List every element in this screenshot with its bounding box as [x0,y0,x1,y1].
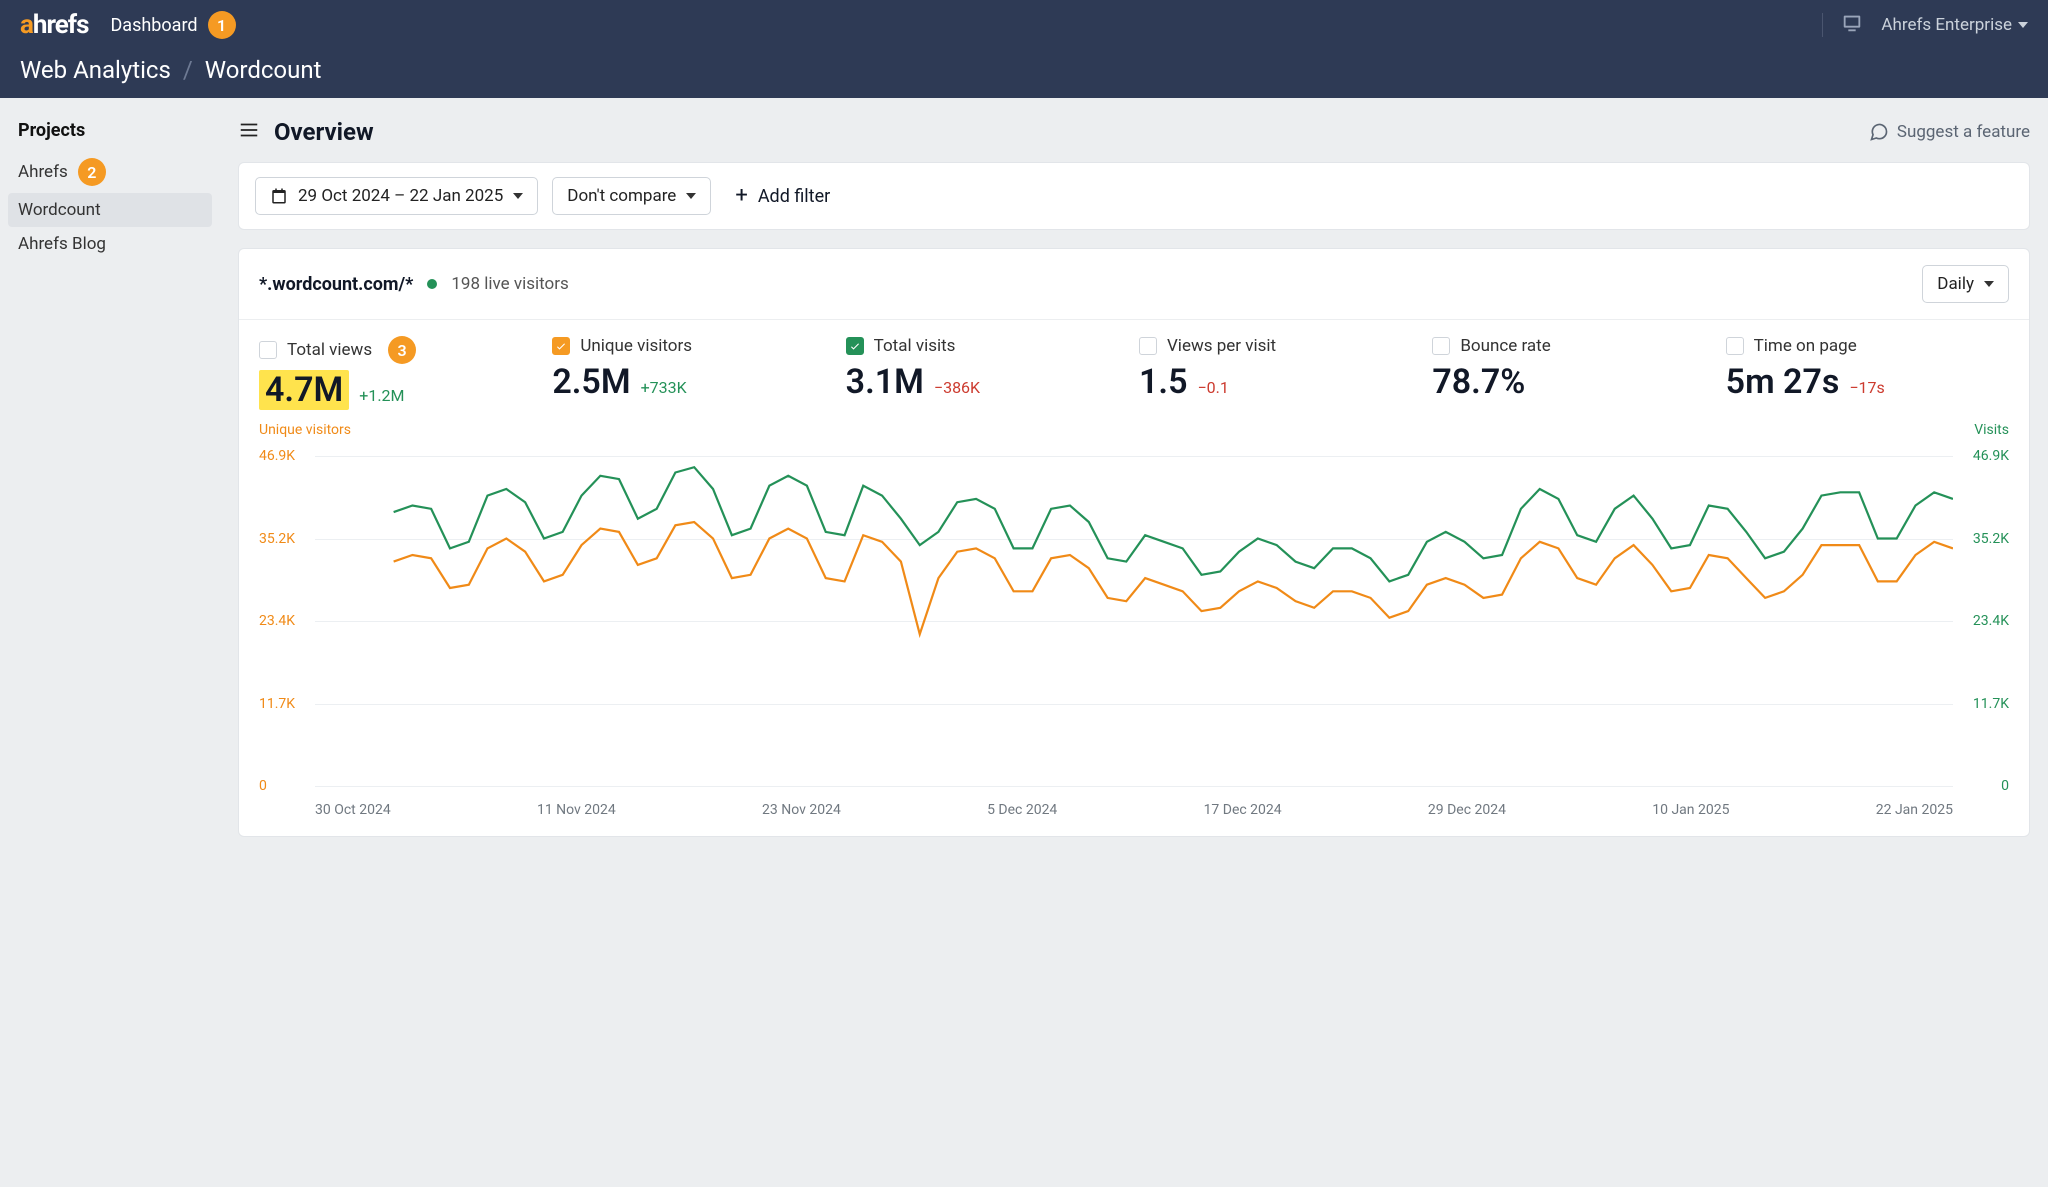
metric-value: 3.1M [846,362,924,402]
filters-bar: 29 Oct 2024 – 22 Jan 2025 Don't compare … [238,162,2030,230]
ytick-left: 0 [259,778,267,794]
metric-checkbox[interactable] [259,341,277,359]
chevron-down-icon [686,193,696,199]
sidebar-item-wordcount[interactable]: Wordcount [8,193,212,227]
ytick-left: 46.9K [259,448,295,464]
metric-value: 1.5 [1139,362,1188,402]
annotation-badge-2: 2 [78,158,106,186]
metric-total-visits: Total visits3.1M−386K [846,336,1129,410]
metric-checkbox[interactable] [1139,337,1157,355]
metric-checkbox[interactable] [846,337,864,355]
metric-bounce-rate: Bounce rate78.7% [1432,336,1715,410]
workspace-switcher[interactable]: Ahrefs Enterprise [1881,15,2028,35]
metric-checkbox[interactable] [552,337,570,355]
xtick: 5 Dec 2024 [987,802,1057,818]
xtick: 10 Jan 2025 [1652,802,1729,818]
ytick-right: 11.7K [1973,696,2009,712]
metric-checkbox[interactable] [1432,337,1450,355]
metric-delta: +733K [641,378,687,397]
metric-value: 78.7% [1432,362,1525,402]
metric-value: 5m 27s [1726,362,1840,402]
breadcrumb-current: Wordcount [205,56,322,84]
metric-value: 2.5M [552,362,630,402]
ytick-right: 46.9K [1973,448,2009,464]
metric-delta: +1.2M [359,386,404,405]
ytick-right: 23.4K [1973,613,2009,629]
sidebar-item-ahrefs[interactable]: Ahrefs2 [8,151,212,193]
compare-select[interactable]: Don't compare [552,177,711,215]
breadcrumb: Web Analytics / Wordcount [20,50,2028,98]
metric-total-views: Total views34.7M+1.2M [259,336,542,410]
ytick-left: 35.2K [259,531,295,547]
divider [1822,13,1823,37]
ytick-right: 0 [2001,778,2009,794]
metric-checkbox[interactable] [1726,337,1744,355]
breadcrumb-root[interactable]: Web Analytics [20,56,171,84]
xtick: 17 Dec 2024 [1204,802,1282,818]
sidebar-item-ahrefs-blog[interactable]: Ahrefs Blog [8,227,212,261]
ytick-left: 11.7K [259,696,295,712]
device-icon[interactable] [1841,12,1863,38]
calendar-icon [270,187,288,205]
legend-unique-visitors: Unique visitors [259,422,351,438]
xtick: 30 Oct 2024 [315,802,391,818]
annotation-badge-1: 1 [208,11,236,39]
page-title: Overview [274,118,374,146]
xtick: 22 Jan 2025 [1876,802,1953,818]
xtick: 23 Nov 2024 [762,802,841,818]
xtick: 29 Dec 2024 [1428,802,1506,818]
chart: 46.9K 46.9K 35.2K 35.2K 23.4K 23.4K 11.7K 11.7K… [259,446,2009,816]
ytick-right: 35.2K [1973,531,2009,547]
metric-delta: −17s [1849,378,1884,397]
chevron-down-icon [1984,281,1994,287]
xtick: 11 Nov 2024 [537,802,616,818]
sidebar: Projects Ahrefs2WordcountAhrefs Blog [0,98,220,857]
metric-views-per-visit: Views per visit1.5−0.1 [1139,336,1422,410]
live-visitors: 198 live visitors [451,274,568,294]
add-filter-button[interactable]: + Add filter [735,185,830,207]
metric-delta: −0.1 [1198,378,1229,397]
suggest-feature-link[interactable]: Suggest a feature [1869,122,2030,142]
stats-card: *.wordcount.com/* 198 live visitors Dail… [238,248,2030,837]
granularity-select[interactable]: Daily [1922,265,2009,303]
ytick-left: 23.4K [259,613,295,629]
metric-value: 4.7M [259,370,349,410]
metric-time-on-page: Time on page5m 27s−17s [1726,336,2009,410]
nav-dashboard[interactable]: Dashboard [110,15,197,36]
metric-unique-visitors: Unique visitors2.5M+733K [552,336,835,410]
annotation-badge-3: 3 [388,336,416,364]
chevron-down-icon [513,193,523,199]
domain-pattern: *.wordcount.com/* [259,274,413,295]
live-dot-icon [427,279,437,289]
plus-icon: + [735,185,747,207]
sidebar-heading: Projects [8,116,212,151]
date-range-picker[interactable]: 29 Oct 2024 – 22 Jan 2025 [255,177,538,215]
menu-icon[interactable] [238,119,260,145]
logo[interactable]: ahrefs [20,10,88,40]
legend-visits: Visits [1974,422,2009,438]
chevron-down-icon [2018,22,2028,28]
metric-delta: −386K [934,378,980,397]
